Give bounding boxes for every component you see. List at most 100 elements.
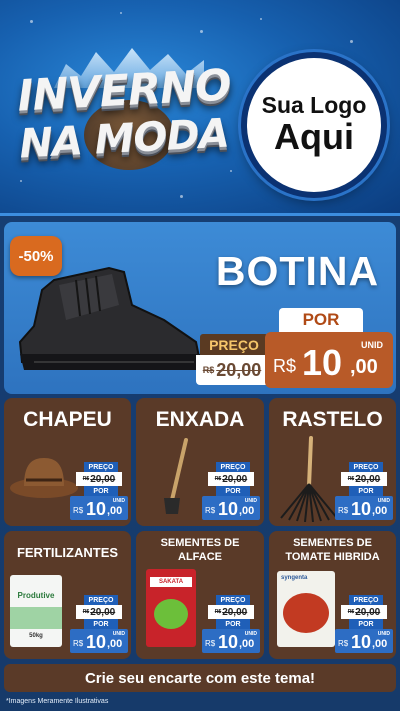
- old-price: R$ 20,00: [196, 355, 268, 385]
- package-brand: Produtive: [17, 591, 55, 600]
- seed-packet-image: syngenta: [277, 571, 335, 647]
- price-currency: R$: [73, 639, 84, 648]
- old-price: R$ 20,00: [341, 605, 387, 619]
- unit-label: UNID: [377, 498, 390, 504]
- price-decimal: ,00: [239, 505, 255, 517]
- old-price-currency: R$: [214, 609, 222, 615]
- price-decimal: ,00: [107, 638, 123, 650]
- old-price-currency: R$: [82, 476, 90, 482]
- price-currency: R$: [205, 506, 216, 515]
- flyer-page: INVERNO NA MODA Sua Logo Aqui -50% BOTIN…: [0, 0, 400, 711]
- price-currency: R$: [205, 639, 216, 648]
- new-price: UNID R$ 10,00: [202, 496, 260, 520]
- package-brand: syngenta: [281, 575, 308, 581]
- new-price: UNID R$ 10,00: [335, 496, 393, 520]
- header: INVERNO NA MODA Sua Logo Aqui: [0, 0, 400, 215]
- old-price-value: 20,00: [216, 359, 262, 380]
- campaign-logo: INVERNO NA MODA: [14, 38, 234, 170]
- product-card: FERTILIZANTES Produtive 50kg PREÇO R$ 20,…: [4, 531, 131, 659]
- price-integer: 10: [86, 632, 107, 652]
- old-price-label: PREÇO: [216, 595, 250, 605]
- price-integer: 10: [351, 499, 372, 519]
- product-card: ENXADA PREÇO R$ 20,00 POR UNID R$ 10,00: [136, 398, 264, 526]
- new-price-label: POR: [216, 486, 250, 496]
- price-currency: R$: [273, 356, 297, 376]
- new-price-label: POR: [84, 486, 118, 496]
- new-price: UNID R$ 10,00: [70, 496, 128, 520]
- old-price: R$ 20,00: [76, 605, 122, 619]
- package-stripe: [10, 607, 62, 629]
- price-decimal: ,00: [350, 356, 378, 378]
- new-price-label: POR: [279, 308, 363, 332]
- old-price-currency: R$: [82, 609, 90, 615]
- old-price-currency: R$: [347, 609, 355, 615]
- old-price-currency: R$: [202, 365, 215, 375]
- unit-label: UNID: [361, 340, 383, 350]
- brand-text-line1: Sua Logo: [261, 91, 367, 118]
- old-price: R$ 20,00: [208, 605, 254, 619]
- old-price: R$ 20,00: [208, 472, 254, 486]
- package-brand: SAKATA: [150, 577, 192, 587]
- brand-logo-placeholder: Sua Logo Aqui: [241, 52, 387, 198]
- price-decimal: ,00: [372, 505, 388, 517]
- disclaimer-footnote: *Imagens Meramente Ilustrativas: [6, 698, 109, 705]
- hoe-image: [164, 438, 188, 514]
- unit-label: UNID: [112, 631, 125, 637]
- unit-label: UNID: [112, 498, 125, 504]
- price-decimal: ,00: [107, 505, 123, 517]
- new-price: UNID R$ 10,00: [70, 629, 128, 653]
- snowflake-icon: [120, 12, 122, 14]
- old-price-label: PREÇO: [216, 462, 250, 472]
- rake-image: [280, 436, 338, 522]
- cta-banner[interactable]: Crie seu encarte com este tema!: [4, 664, 396, 692]
- product-title: ENXADA: [155, 408, 245, 431]
- unit-label: UNID: [244, 498, 257, 504]
- old-price-value: 20,00: [355, 606, 381, 618]
- product-card: CHAPEU PREÇO R$ 20,00 POR UNID R$ 10,00: [4, 398, 131, 526]
- product-title: SEMENTES DE TOMATE HIBRIDA: [285, 537, 380, 563]
- new-price-label: POR: [84, 619, 118, 629]
- old-price-value: 20,00: [90, 473, 116, 485]
- price-integer: 10: [218, 499, 239, 519]
- price-decimal: ,00: [239, 638, 255, 650]
- old-price-value: 20,00: [222, 473, 248, 485]
- price-integer: 10: [86, 499, 107, 519]
- discount-badge: -50%: [10, 236, 62, 276]
- old-price-label: PREÇO: [84, 462, 118, 472]
- price-decimal: ,00: [372, 638, 388, 650]
- lettuce-illustration: [154, 599, 188, 629]
- old-price-label: PREÇO: [349, 462, 383, 472]
- product-title: CHAPEU: [23, 408, 112, 431]
- old-price: R$ 20,00: [341, 472, 387, 486]
- old-price-value: 20,00: [355, 473, 381, 485]
- price-currency: R$: [73, 506, 84, 515]
- header-divider: [0, 213, 400, 216]
- unit-label: UNID: [244, 631, 257, 637]
- product-card: SEMENTES DE TOMATE HIBRIDA syngenta PREÇ…: [269, 531, 396, 659]
- old-price-currency: R$: [347, 476, 355, 482]
- old-price-label: PREÇO: [200, 334, 268, 355]
- new-price: UNID R$ 10,00: [202, 629, 260, 653]
- product-title: FERTILIZANTES: [16, 545, 119, 560]
- snowflake-icon: [30, 20, 33, 23]
- new-price-label: POR: [216, 619, 250, 629]
- brand-text-line2: Aqui: [274, 115, 354, 157]
- fertilizer-bag-image: Produtive 50kg: [10, 575, 62, 647]
- snowflake-icon: [230, 170, 232, 172]
- price-integer: 10: [351, 632, 372, 652]
- seed-packet-image: SAKATA: [146, 569, 196, 647]
- snowflake-icon: [260, 18, 262, 20]
- new-price-label: POR: [349, 486, 383, 496]
- price-integer: 10: [218, 632, 239, 652]
- price-integer: 10: [302, 342, 343, 383]
- product-card: SEMENTES DE ALFACE SAKATA PREÇO R$ 20,00 …: [136, 531, 264, 659]
- old-price-currency: R$: [214, 476, 222, 482]
- old-price-value: 20,00: [222, 606, 248, 618]
- snowflake-icon: [350, 40, 353, 43]
- new-price: UNID R$ 10,00: [335, 629, 393, 653]
- snowflake-icon: [180, 195, 183, 198]
- tomato-illustration: [283, 593, 329, 633]
- product-card: RASTELO PREÇO R$ 20,00 POR UNID R$ 10,00: [269, 398, 396, 526]
- new-price: UNID R$ 10 ,00: [265, 332, 393, 388]
- snowflake-icon: [200, 30, 203, 33]
